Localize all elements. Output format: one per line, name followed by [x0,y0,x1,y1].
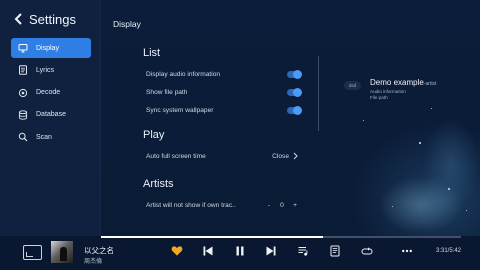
wallpaper-star [448,188,450,190]
sidebar-item-database[interactable]: Database [11,105,91,125]
sidebar-item-lyrics[interactable]: Lyrics [11,60,91,80]
back-button[interactable]: Settings [14,11,76,27]
section-title-play: Play [143,129,165,141]
artist-count-stepper: - 0 + [263,202,301,209]
preview-audio-info: Audio information [370,89,406,94]
setting-sync-wallpaper: Sync system wallpaper [146,104,302,116]
format-badge: dsd [344,81,361,90]
preview-title: Demo example-artist [370,78,436,87]
preview-artist: -artist [423,81,437,87]
sidebar-item-label: Decode [36,89,61,97]
setting-label: Display audio information [146,70,221,78]
player-bar: 以父之名 周杰倫 3:31/5:42 [0,236,480,270]
preview-file-path: File path [370,95,388,100]
sidebar-item-decode[interactable]: Decode [11,83,91,103]
setting-auto-full-screen[interactable]: Auto full screen time Close [146,150,298,162]
increment-button[interactable]: + [289,202,301,209]
now-playing-title: 以父之名 [84,246,114,255]
playlist-icon[interactable] [297,245,309,257]
section-title-list: List [143,47,161,59]
section-title-artists: Artists [143,178,174,190]
setting-display-audio-info: Display audio information [146,68,302,80]
setting-label: Artist will not show if own trac.. [146,201,236,209]
toggle-display-audio-info[interactable] [287,69,302,79]
progress-fill [101,236,324,238]
sidebar-item-label: Database [36,111,66,119]
more-icon[interactable] [401,245,413,257]
album-art[interactable] [51,241,73,263]
sidebar-nav: Display Lyrics Decode Database Scan [11,38,91,149]
auto-full-screen-value-text: Close [272,152,289,160]
playback-time: 3:31/5:42 [436,248,462,254]
setting-show-file-path: Show file path [146,86,302,98]
main-panel: Display List Display audio information S… [101,0,480,236]
repeat-icon[interactable] [361,245,373,257]
next-icon[interactable] [265,245,277,257]
toggle-show-file-path[interactable] [287,87,302,97]
wallpaper-nebula [301,95,480,236]
auto-full-screen-value[interactable]: Close [272,152,298,160]
lyrics-icon [19,65,27,75]
album-art-figure [60,247,67,261]
pause-icon[interactable] [234,245,246,257]
setting-artist-hide: Artist will not show if own trac.. - 0 + [146,199,301,211]
sidebar-item-scan[interactable]: Scan [11,127,91,147]
sidebar-item-label: Display [36,44,59,52]
search-icon [18,132,28,142]
previous-icon[interactable] [202,245,214,257]
setting-label: Auto full screen time [146,152,206,160]
wallpaper-star [392,206,393,207]
wallpaper-star [431,108,432,109]
stepper-value: 0 [280,201,284,209]
preview-song-title: Demo example [370,78,424,87]
heart-icon[interactable] [171,245,183,257]
now-playing-artist: 周杰倫 [84,258,103,265]
app: Settings Display Lyrics Decode Database … [0,0,480,270]
chevron-right-icon [293,152,298,160]
sidebar-item-display[interactable]: Display [11,38,91,58]
mini-player-icon[interactable] [23,245,42,260]
sidebar-item-label: Scan [36,133,52,141]
wallpaper-star [419,142,421,144]
chevron-left-icon [14,13,22,25]
preview-divider [318,56,319,131]
decode-icon [18,88,28,97]
toggle-sync-wallpaper[interactable] [287,105,302,115]
setting-label: Sync system wallpaper [146,106,214,114]
database-icon [18,110,28,120]
sidebar: Settings Display Lyrics Decode Database … [0,0,101,236]
setting-label: Show file path [146,88,188,96]
monitor-icon [18,44,28,53]
sidebar-item-label: Lyrics [36,66,55,74]
lyrics-icon[interactable] [329,245,341,257]
page-title: Display [113,19,141,29]
settings-title: Settings [29,11,76,27]
decrement-button[interactable]: - [263,202,275,209]
